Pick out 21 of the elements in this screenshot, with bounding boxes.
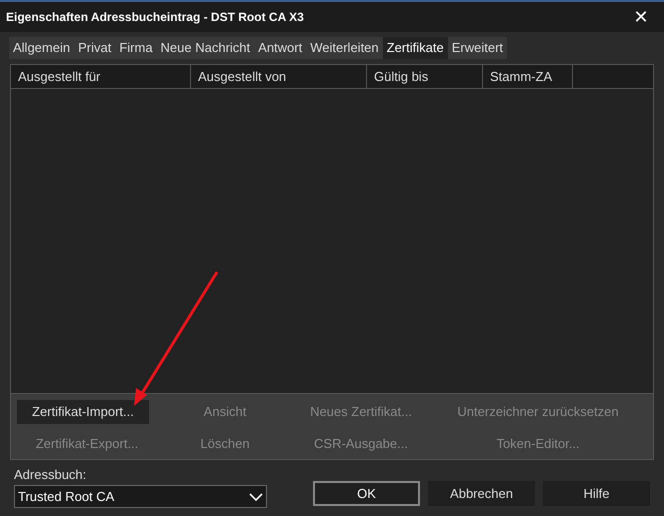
- dialog-button[interactable]: Hilfe: [543, 481, 650, 506]
- field-label: Adressbuch:: [14, 466, 88, 482]
- tab[interactable]: Weiterleiten: [306, 37, 383, 59]
- tab[interactable]: Firma: [115, 37, 157, 59]
- column-header[interactable]: Gültig bis: [367, 65, 483, 88]
- tab[interactable]: Erweitert: [448, 37, 508, 59]
- chevron-down-icon: [249, 492, 263, 502]
- window-title: Eigenschaften Adressbucheintrag - DST Root CA X3: [6, 9, 304, 26]
- column-header[interactable]: Ausgestellt von: [191, 65, 367, 88]
- dialog-button[interactable]: OK: [313, 481, 420, 506]
- dialog-button[interactable]: Abbrechen: [428, 481, 535, 506]
- tab[interactable]: Allgemein: [9, 37, 74, 59]
- tab[interactable]: Zertifikate: [382, 37, 448, 59]
- address-book-dropdown[interactable]: Trusted Root CA: [14, 485, 267, 508]
- tab[interactable]: Privat: [74, 37, 116, 59]
- close-button[interactable]: ✕: [618, 2, 664, 32]
- tab[interactable]: Neue Nachricht: [156, 37, 254, 59]
- column-header[interactable]: Ausgestellt für: [11, 65, 191, 88]
- action-button[interactable]: Zertifikat-Import...: [17, 400, 149, 424]
- column-header[interactable]: Stamm-ZA: [483, 65, 573, 88]
- tab[interactable]: Antwort: [254, 37, 306, 59]
